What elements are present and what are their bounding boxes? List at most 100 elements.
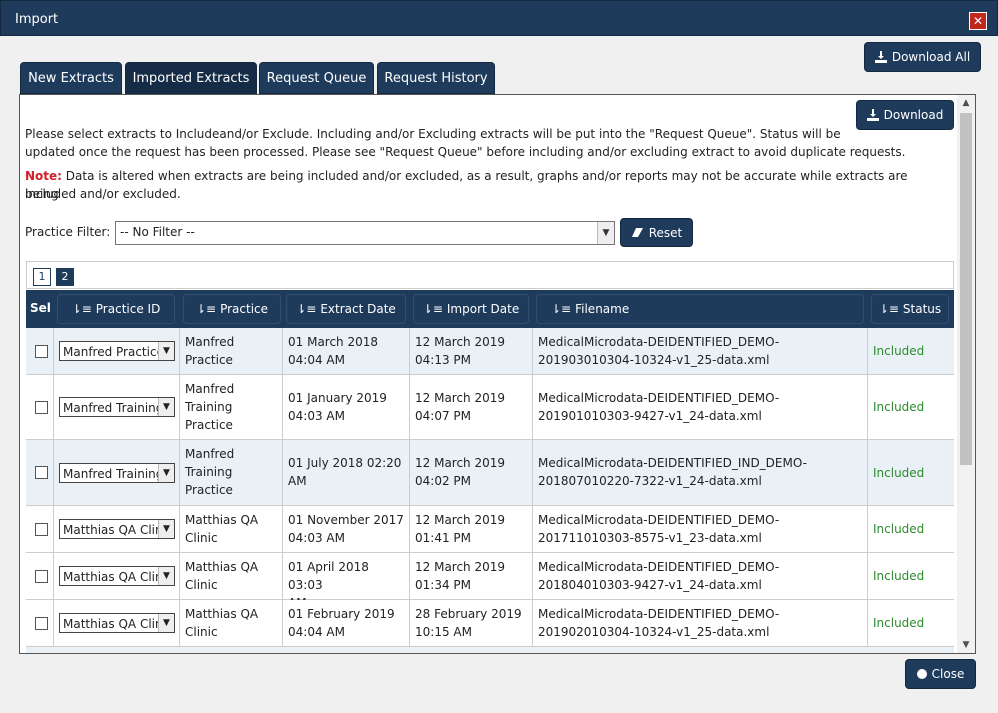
import-date-line: 28 February 2019 <box>415 607 522 621</box>
filename-cell: MedicalMicrodata-DEIDENTIFIED_DEMO- 20180… <box>533 553 868 599</box>
download-all-button[interactable]: Download All <box>864 42 981 72</box>
practice-id-cell: Manfred Training ▼ <box>54 440 180 505</box>
row-checkbox[interactable] <box>35 344 48 358</box>
header-label: Practice <box>220 302 269 316</box>
practice-id-value: Manfred Practice <box>63 345 164 359</box>
practice-id-select[interactable]: Matthias QA Clinic ▼ <box>59 519 175 539</box>
sort-icon: ⇂≡ <box>551 302 572 316</box>
chevron-down-icon: ▼ <box>158 398 174 416</box>
scrollbar-thumb[interactable] <box>960 113 972 465</box>
practice-cell: Manfred Practice <box>180 328 283 374</box>
practice-id-cell: Manfred Training ▼ <box>54 375 180 439</box>
close-button[interactable]: Close <box>905 659 976 689</box>
import-date-line: 12 March 2019 <box>415 391 506 405</box>
tab-label: Request Queue <box>266 70 367 86</box>
practice-line: Clinic <box>185 625 218 639</box>
filename-cell: MedicalMicrodata-DEIDENTIFIED_DEMO- 20171… <box>533 506 868 552</box>
extract-date-line: 04:04 AM <box>288 625 345 639</box>
header-label: Filename <box>575 302 630 316</box>
header-label: Extract Date <box>320 302 396 316</box>
tab-request-history[interactable]: Request History <box>377 62 495 94</box>
header-sel: Sel <box>30 301 51 315</box>
dialog-title: Import <box>15 12 59 27</box>
reset-label: Reset <box>648 225 683 240</box>
import-date-line: 01:34 PM <box>415 578 471 592</box>
practice-id-select[interactable]: Matthias QA Clinic ▼ <box>59 566 175 586</box>
header-extract-date[interactable]: ⇂≡ Extract Date <box>286 294 406 324</box>
practice-cell: Manfred Training Practice <box>180 375 283 439</box>
filename-line: 201807010220-7322-v1_24-data.xml <box>538 474 762 488</box>
tab-label: New Extracts <box>28 70 114 86</box>
practice-id-value: Matthias QA Clinic <box>63 570 173 584</box>
page-1-button[interactable]: 1 <box>33 268 51 286</box>
header-filename[interactable]: ⇂≡ Filename <box>536 294 864 324</box>
intro-line-2: updated once the request has been proces… <box>25 145 906 159</box>
table-row: Manfred Practice ▼ Manfred Practice 01 Mar… <box>26 328 954 375</box>
practice-filter-select[interactable]: -- No Filter -- ▼ <box>115 221 615 245</box>
row-checkbox[interactable] <box>35 616 48 630</box>
scroll-down-icon[interactable]: ▼ <box>957 637 975 653</box>
select-cell <box>26 375 54 439</box>
practice-cell: Matthias QA Clinic <box>180 506 283 552</box>
header-practice-id[interactable]: ⇂≡ Practice ID <box>57 294 175 324</box>
import-date-line: 12 March 2019 <box>415 456 506 470</box>
practice-line: Manfred <box>185 382 235 396</box>
tab-label: Imported Extracts <box>132 70 250 86</box>
practice-id-select[interactable]: Manfred Practice ▼ <box>59 341 175 361</box>
tab-new-extracts[interactable]: New Extracts <box>20 62 122 94</box>
header-import-date[interactable]: ⇂≡ Import Date <box>413 294 529 324</box>
practice-line: Manfred <box>185 447 235 461</box>
filename-line: 201902010304-10324-v1_25-data.xml <box>538 625 770 639</box>
select-cell <box>26 328 54 374</box>
import-date-line: 12 March 2019 <box>415 335 506 349</box>
select-cell <box>26 600 54 646</box>
filename-line: MedicalMicrodata-DEIDENTIFIED_DEMO- <box>538 513 780 527</box>
sort-icon: ⇂≡ <box>422 302 443 316</box>
pagination: 1 2 <box>26 261 954 289</box>
tab-request-queue[interactable]: Request Queue <box>259 62 374 94</box>
row-checkbox[interactable] <box>35 400 48 414</box>
row-checkbox[interactable] <box>35 569 48 583</box>
import-date-line: 12 March 2019 <box>415 560 506 574</box>
sort-icon: ⇂≡ <box>71 302 92 316</box>
practice-line: Matthias QA <box>185 607 259 621</box>
extract-date-line: 01 November 2017 <box>288 513 404 527</box>
close-icon[interactable]: ✕ <box>969 12 987 30</box>
header-practice[interactable]: ⇂≡ Practice <box>183 294 281 324</box>
practice-line: Clinic <box>185 531 218 545</box>
chevron-down-icon: ▼ <box>158 520 174 538</box>
practice-line: Clinic <box>185 578 218 592</box>
practice-id-cell: Matthias QA Clinic ▼ <box>54 600 180 646</box>
imported-extracts-panel: ▲ ▼ Download Please select extracts to I… <box>19 94 976 654</box>
filename-cell: MedicalMicrodata-DEIDENTIFIED_DEMO- 20190… <box>533 375 868 439</box>
scroll-up-icon[interactable]: ▲ <box>957 95 975 111</box>
practice-id-select[interactable]: Manfred Training ▼ <box>59 462 175 483</box>
chevron-down-icon: ▼ <box>158 567 174 585</box>
practice-id-select[interactable]: Matthias QA Clinic ▼ <box>59 613 175 633</box>
chevron-down-icon: ▼ <box>158 342 174 360</box>
extract-date-cell: 01 November 2017 04:03 AM <box>283 506 410 552</box>
sort-icon: ⇂≡ <box>878 302 899 316</box>
tab-imported-extracts[interactable]: Imported Extracts <box>125 62 257 94</box>
vertical-scrollbar[interactable]: ▲ ▼ <box>957 95 975 653</box>
row-checkbox[interactable] <box>35 466 48 479</box>
page-2-button[interactable]: 2 <box>56 268 74 286</box>
status-cell: Included <box>868 375 954 439</box>
sort-icon: ⇂≡ <box>195 302 217 316</box>
chevron-down-icon: ▼ <box>597 222 614 244</box>
table-row: Matthias QA Clinic ▼ Matthias QA Clinic 01… <box>26 506 954 553</box>
select-cell <box>26 440 54 505</box>
practice-cell: Matthias QA Clinic <box>180 553 283 599</box>
filename-cell: MedicalMicrodata-DEIDENTIFIED_IND_DEMO- 2… <box>533 440 868 505</box>
reset-button[interactable]: Reset <box>620 218 693 247</box>
practice-id-value: Manfred Training <box>63 401 164 415</box>
practice-id-select[interactable]: Manfred Training ▼ <box>59 397 175 417</box>
practice-line: Matthias QA <box>185 513 259 527</box>
row-checkbox[interactable] <box>35 522 48 536</box>
table-header: Sel ⇂≡ Practice ID ⇂≡ Practice ⇂≡ Extract D… <box>26 290 954 328</box>
practice-filter-value: -- No Filter -- <box>120 225 195 239</box>
status-cell: Included <box>868 440 954 505</box>
header-status[interactable]: ⇂≡ Status <box>871 294 949 324</box>
download-label: Download <box>883 108 944 122</box>
close-label: Close <box>931 667 965 681</box>
